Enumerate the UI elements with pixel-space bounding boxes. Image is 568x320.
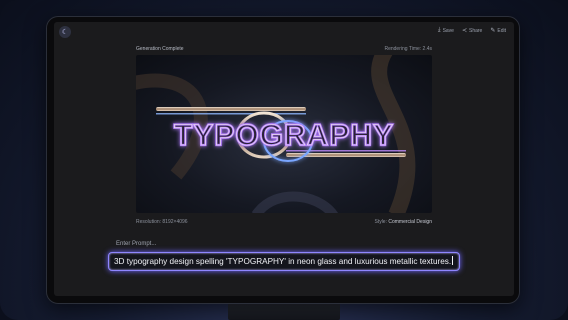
- save-label: Save: [442, 27, 454, 34]
- download-icon: ⤓: [437, 27, 441, 33]
- monitor-stand: [228, 302, 340, 320]
- rendering-time: Rendering Time: 2.4s: [384, 46, 432, 52]
- artwork-svg: TYPOGRAPHY TYPOGRAPHY: [136, 55, 416, 213]
- prompt-label: Enter Prompt...: [116, 241, 157, 247]
- prompt-text: 3D typography design spelling 'TYPOGRAPH…: [114, 257, 452, 266]
- share-button[interactable]: ≺ Share: [461, 27, 483, 35]
- edit-label: Edit: [497, 27, 506, 34]
- app-logo[interactable]: ☾: [59, 26, 71, 38]
- toolbar: ⤓ Save ≺ Share ✎ Edit: [438, 27, 506, 34]
- resolution-info: Resolution: 8192×4096: [136, 219, 188, 225]
- share-label: Share: [469, 27, 483, 34]
- typography-word-highlight: TYPOGRAPHY: [174, 119, 394, 152]
- save-button[interactable]: ⤓ Save: [438, 27, 454, 34]
- chrome-bar-top: [156, 107, 306, 111]
- style-label: Style:: [374, 219, 389, 225]
- bg-tube: [251, 191, 338, 213]
- text-caret: [452, 256, 454, 265]
- style-value: Commercial Design: [388, 219, 432, 225]
- moon-icon: ☾: [61, 29, 69, 36]
- neon-bar-top: [156, 113, 306, 115]
- prompt-input[interactable]: 3D typography design spelling 'TYPOGRAPH…: [108, 252, 460, 271]
- share-icon: ≺: [461, 28, 467, 34]
- edit-icon: ✎: [490, 28, 496, 34]
- prompt-value: 3D typography design spelling 'TYPOGRAPH…: [114, 256, 454, 266]
- generation-status: Generation Complete: [136, 46, 184, 52]
- style-info: Style: Commercial Design: [374, 219, 432, 225]
- generated-image[interactable]: TYPOGRAPHY TYPOGRAPHY: [136, 55, 432, 213]
- app-screen: ☾ ⤓ Save ≺ Share ✎ Edit Generation Compl…: [54, 22, 514, 296]
- edit-button[interactable]: ✎ Edit: [490, 27, 506, 35]
